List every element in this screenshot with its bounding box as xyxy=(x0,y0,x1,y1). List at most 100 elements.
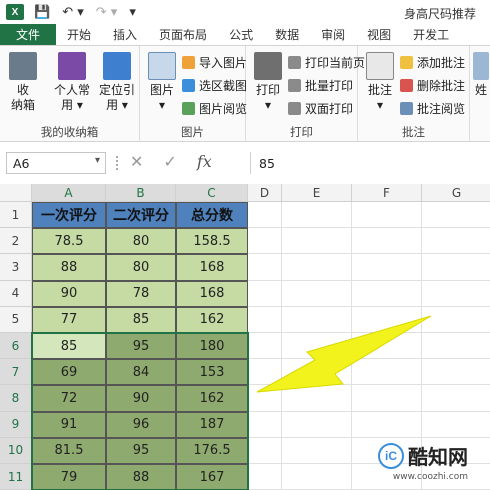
cell-C7[interactable]: 153 xyxy=(176,359,248,386)
row-header-2[interactable]: 2 xyxy=(0,228,32,255)
cell-G9[interactable] xyxy=(422,412,490,438)
cell-E10[interactable] xyxy=(282,437,352,464)
undo-icon[interactable]: ↶ ▾ xyxy=(62,5,84,20)
cell-F1[interactable] xyxy=(352,202,422,229)
tab-review[interactable]: 审阅 xyxy=(310,24,356,45)
column-header-E[interactable]: E xyxy=(282,184,352,202)
cell-A6[interactable]: 85 xyxy=(32,333,106,360)
column-header-F[interactable]: F xyxy=(352,184,422,202)
cell-E4[interactable] xyxy=(282,280,352,307)
add-comment-button[interactable]: 添加批注 xyxy=(400,52,465,72)
cell-E9[interactable] xyxy=(282,411,352,438)
cell-B1[interactable]: 二次评分 xyxy=(106,202,176,229)
cell-D4[interactable] xyxy=(248,280,282,307)
row-header-9[interactable]: 9 xyxy=(0,411,32,438)
formula-bar-grip[interactable] xyxy=(116,156,118,170)
cell-F4[interactable] xyxy=(352,280,422,307)
cell-C10[interactable]: 176.5 xyxy=(176,437,248,464)
cell-B6[interactable]: 95 xyxy=(106,333,176,360)
name-box[interactable]: A6 ▾ xyxy=(6,152,106,174)
cell-A8[interactable]: 72 xyxy=(32,385,106,412)
cell-E3[interactable] xyxy=(282,254,352,281)
cell-D3[interactable] xyxy=(248,254,282,281)
cell-B9[interactable]: 96 xyxy=(106,411,176,438)
tab-formulas[interactable]: 公式 xyxy=(218,24,264,45)
cell-C2[interactable]: 158.5 xyxy=(176,228,248,255)
delete-comment-button[interactable]: 删除批注 xyxy=(400,75,465,95)
row-header-4[interactable]: 4 xyxy=(0,280,32,307)
storage-box-button[interactable]: 收 纳箱 xyxy=(6,52,40,113)
cell-D1[interactable] xyxy=(248,202,282,229)
cell-F2[interactable] xyxy=(352,228,422,255)
customize-qa-icon[interactable]: ▾ xyxy=(129,5,136,20)
enter-check-icon[interactable]: ✓ xyxy=(163,152,176,171)
picture-browse-button[interactable]: 图片阅览 xyxy=(182,98,247,118)
locate-reference-button[interactable]: 定位引 用 ▾ xyxy=(96,52,138,113)
tab-file[interactable]: 文件 xyxy=(0,24,57,45)
cell-A5[interactable]: 77 xyxy=(32,306,106,333)
formula-input[interactable]: 85 xyxy=(250,152,490,174)
cell-C4[interactable]: 168 xyxy=(176,280,248,307)
duplex-print-button[interactable]: 双面打印 xyxy=(288,98,353,118)
cell-D9[interactable] xyxy=(248,411,282,438)
cell-D2[interactable] xyxy=(248,228,282,255)
insert-function-icon[interactable]: fx xyxy=(197,152,212,171)
import-picture-button[interactable]: 导入图片 xyxy=(182,52,247,72)
cell-G3[interactable] xyxy=(422,254,490,281)
cell-B5[interactable]: 85 xyxy=(106,306,176,333)
personal-favorites-button[interactable]: 个人常 用 ▾ xyxy=(50,52,94,113)
print-button[interactable]: 打印 ▾ xyxy=(252,52,284,113)
row-header-6[interactable]: 6 xyxy=(0,333,32,360)
truncated-button[interactable]: 姓 xyxy=(472,52,490,98)
row-header-10[interactable]: 10 xyxy=(0,437,32,464)
region-screenshot-button[interactable]: 选区截图 xyxy=(182,75,247,95)
row-header-1[interactable]: 1 xyxy=(0,202,32,229)
row-header-7[interactable]: 7 xyxy=(0,359,32,386)
cell-C6[interactable]: 180 xyxy=(176,333,248,360)
tab-insert[interactable]: 插入 xyxy=(102,24,148,45)
column-header-B[interactable]: B xyxy=(106,184,176,202)
cell-A2[interactable]: 78.5 xyxy=(32,228,106,255)
cell-A9[interactable]: 91 xyxy=(32,411,106,438)
print-current-page-button[interactable]: 打印当前页 xyxy=(288,52,365,72)
column-header-A[interactable]: A xyxy=(32,184,106,202)
cell-B11[interactable]: 88 xyxy=(106,464,176,490)
cell-A7[interactable]: 69 xyxy=(32,359,106,386)
cell-A11[interactable]: 79 xyxy=(32,464,106,490)
column-header-D[interactable]: D xyxy=(248,184,282,202)
row-header-8[interactable]: 8 xyxy=(0,385,32,412)
cell-C3[interactable]: 168 xyxy=(176,254,248,281)
cell-G4[interactable] xyxy=(422,281,490,307)
picture-button[interactable]: 图片 ▾ xyxy=(146,52,178,113)
cell-C1[interactable]: 总分数 xyxy=(176,202,248,229)
tab-home[interactable]: 开始 xyxy=(56,24,102,45)
row-header-11[interactable]: 11 xyxy=(0,464,32,490)
cell-E2[interactable] xyxy=(282,228,352,255)
cell-B10[interactable]: 95 xyxy=(106,437,176,464)
cell-B8[interactable]: 90 xyxy=(106,385,176,412)
tab-data[interactable]: 数据 xyxy=(264,24,310,45)
tab-page-layout[interactable]: 页面布局 xyxy=(148,24,218,45)
tab-developer[interactable]: 开发工 xyxy=(402,24,460,45)
cell-G2[interactable] xyxy=(422,228,490,255)
browse-comment-button[interactable]: 批注阅览 xyxy=(400,98,465,118)
redo-icon[interactable]: ↷ ▾ xyxy=(96,5,118,20)
cell-G1[interactable] xyxy=(422,202,490,229)
cell-A4[interactable]: 90 xyxy=(32,280,106,307)
cell-A3[interactable]: 88 xyxy=(32,254,106,281)
cell-C9[interactable]: 187 xyxy=(176,411,248,438)
cell-E1[interactable] xyxy=(282,202,352,229)
batch-print-button[interactable]: 批量打印 xyxy=(288,75,353,95)
column-header-C[interactable]: C xyxy=(176,184,248,202)
cell-E11[interactable] xyxy=(282,464,352,490)
cell-D10[interactable] xyxy=(248,437,282,464)
cell-C11[interactable]: 167 xyxy=(176,464,248,490)
save-icon[interactable]: 💾 xyxy=(34,5,50,20)
cell-F3[interactable] xyxy=(352,254,422,281)
tab-view[interactable]: 视图 xyxy=(356,24,402,45)
cell-C8[interactable]: 162 xyxy=(176,385,248,412)
cell-B4[interactable]: 78 xyxy=(106,280,176,307)
select-all-corner[interactable] xyxy=(0,184,32,202)
column-header-G[interactable]: G xyxy=(422,184,490,202)
cell-D11[interactable] xyxy=(248,464,282,490)
